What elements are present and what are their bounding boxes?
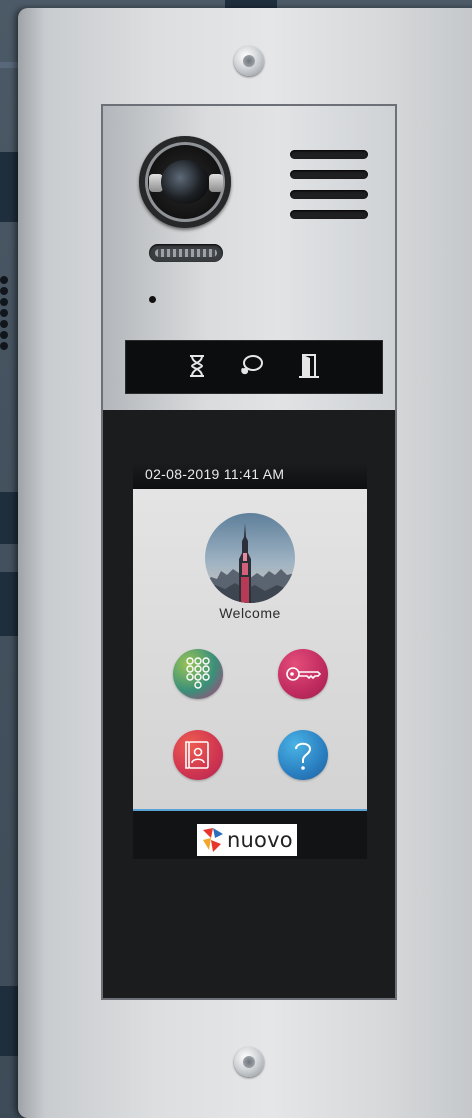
nuovo-logo: nuovo [197,824,297,856]
key-icon [286,667,322,681]
home-screen: Welcome [133,489,367,811]
talk-icon [241,355,263,375]
speaker-grille [290,150,368,159]
status-indicator-bar [125,340,383,394]
hourglass-icon [190,355,204,377]
intercom-module: 02-08-2019 11:41 AM Welcome nuovo [101,104,397,1000]
keypad-button[interactable] [173,649,223,699]
welcome-label: Welcome [219,605,281,621]
door-icon [299,354,319,378]
screw-icon [234,1047,264,1077]
help-icon [295,742,312,770]
touch-screen: 02-08-2019 11:41 AM Welcome nuovo [133,461,367,859]
camera-speaker-plate [103,106,395,410]
date-time-label: 02-08-2019 11:41 AM [145,466,285,482]
nuovo-logo-mark-icon [203,828,223,852]
camera-lens [161,160,209,204]
screen-status-bar: 02-08-2019 11:41 AM [133,461,367,489]
directory-button[interactable] [173,730,223,780]
keypad-icon [186,657,210,689]
speaker-grille [290,190,368,199]
speaker-grille [290,170,368,179]
camera-led [209,174,223,192]
welcome-image [205,513,295,603]
microphone-grille [149,244,223,262]
key-button[interactable] [278,649,328,699]
intercom-panel: 02-08-2019 11:41 AM Welcome nuovo [18,8,472,1118]
brand-strip: nuovo [133,811,367,859]
brand-name: nuovo [227,828,293,852]
help-button[interactable] [278,730,328,780]
contact-book-icon [185,741,209,769]
sensor-pinhole [149,296,156,303]
background-bullets [0,276,16,353]
screw-icon [234,46,264,76]
camera-icon [139,136,231,228]
speaker-grille [290,210,368,219]
